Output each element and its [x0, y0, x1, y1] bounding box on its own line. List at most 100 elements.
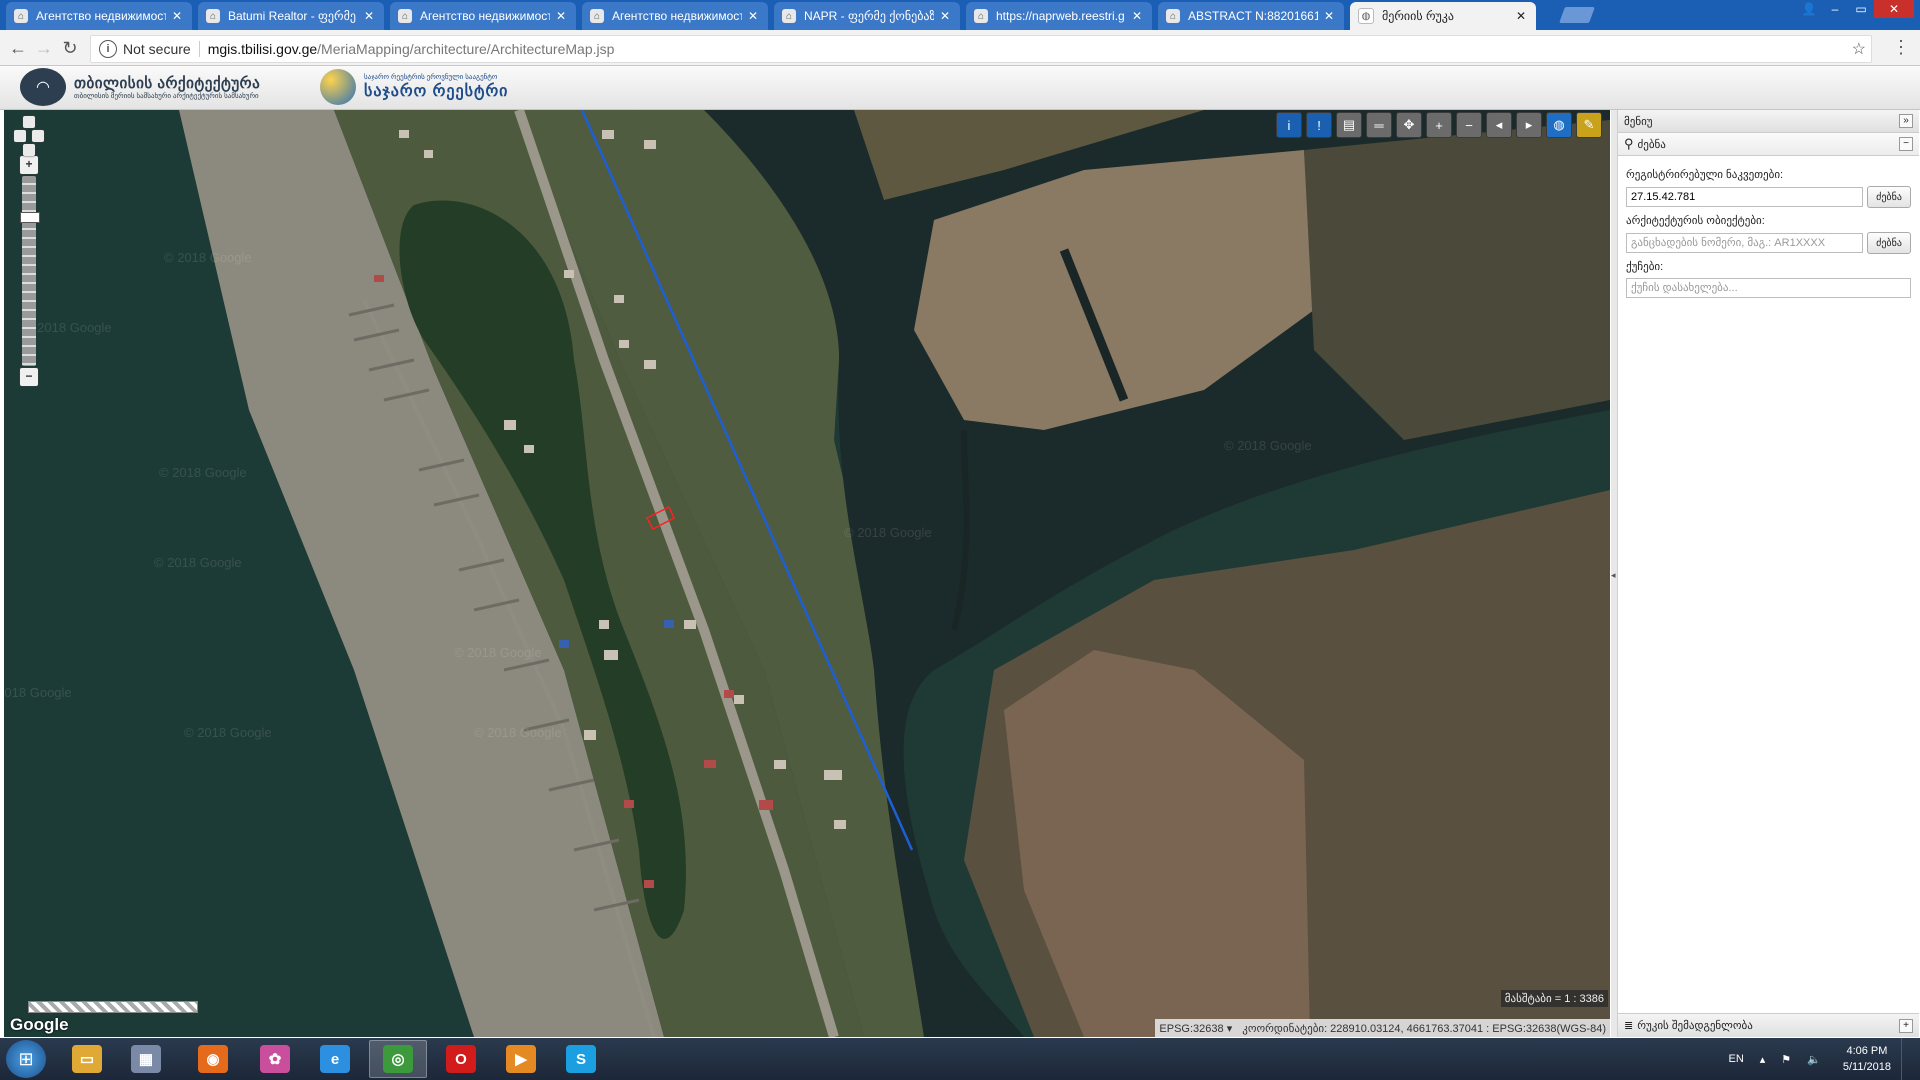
close-tab-icon[interactable]: ✕ [1130, 9, 1144, 23]
calculator-taskbar-button[interactable]: ▦ [117, 1040, 175, 1078]
browser-tab[interactable]: ⌂ Агентство недвижимост ✕ [6, 2, 192, 30]
map-watermark: © 2018 Google [159, 465, 247, 480]
full-extent-tool[interactable]: ◍ [1546, 112, 1572, 138]
logo1-title: თბილისის არქიტექტურა [74, 75, 261, 92]
new-tab-button[interactable] [1559, 7, 1595, 23]
pan-tool[interactable]: ✥ [1396, 112, 1422, 138]
zoom-out-button[interactable]: − [20, 368, 38, 386]
logo1-subtitle: თბილისის მერიის სამსახური არქიტექტურის ს… [74, 93, 259, 100]
pan-up-icon[interactable] [23, 116, 35, 128]
address-bar[interactable]: i Not secure mgis.tbilisi.gov.ge/MeriaMa… [90, 35, 1872, 63]
expand-legend-button[interactable]: + [1899, 1018, 1913, 1033]
windows-taskbar: ⊞ ▭ ▦ ◉ ✿ e ◎ O ▶ S EN ▴ ⚑ 🔈 4:06 PM 5/11/2018 [0, 1038, 1920, 1080]
close-tab-icon[interactable]: ✕ [938, 9, 952, 23]
architecture-logo[interactable]: ◠ თბილისის არქიტექტურა თბილისის მერიის ს… [20, 68, 260, 106]
clock[interactable]: 4:06 PM 5/11/2018 [1843, 1043, 1891, 1075]
map-toolbar: i! ▤ ═ ✥ + − ◂ ▸ ◍ ✎ [1272, 112, 1602, 138]
legend-section-header[interactable]: ≣ რუკის შემადგენლობა + [1618, 1013, 1919, 1037]
close-tab-icon[interactable]: ✕ [1514, 9, 1528, 23]
media-player-icon: ▶ [506, 1045, 536, 1073]
zoom-out-tool[interactable]: − [1456, 112, 1482, 138]
flag-icon[interactable]: ⚑ [1781, 1053, 1791, 1066]
site-info-icon[interactable]: i [99, 40, 117, 58]
system-tray: EN ▴ ⚑ 🔈 4:06 PM 5/11/2018 [1720, 1038, 1912, 1080]
security-label[interactable]: Not secure [123, 41, 191, 57]
browser-tab[interactable]: ⌂ https://naprweb.reestri.g ✕ [966, 2, 1152, 30]
browser-tab[interactable]: ⌂ Агентство недвижимост ✕ [582, 2, 768, 30]
address-separator [198, 41, 200, 57]
user-icon[interactable]: 👤 [1796, 0, 1822, 18]
back-icon[interactable]: ← [6, 36, 30, 60]
zoom-in-button[interactable]: + [20, 156, 38, 174]
volume-icon[interactable]: 🔈 [1807, 1053, 1821, 1066]
chrome-taskbar-button[interactable]: ◎ [369, 1040, 427, 1078]
opera-taskbar-button[interactable]: O [432, 1040, 490, 1078]
firefox-taskbar-button[interactable]: ◉ [184, 1040, 242, 1078]
field-label: არქიტექტურის ობიექტები: [1626, 215, 1765, 227]
ie-taskbar-button[interactable]: e [306, 1040, 364, 1078]
parcel-search-input[interactable] [1626, 187, 1863, 207]
pan-left-icon[interactable] [14, 130, 26, 142]
browser-menu-icon[interactable]: ⋮ [1892, 37, 1910, 58]
show-desktop-button[interactable] [1901, 1038, 1912, 1080]
tab-title: Агентство недвижимост [420, 9, 550, 23]
close-tab-icon[interactable]: ✕ [362, 9, 376, 23]
tab-title: Batumi Realtor - ფერმე [228, 9, 356, 23]
identify-tool[interactable]: ! [1306, 112, 1332, 138]
search-button[interactable]: ძებნა [1867, 232, 1911, 254]
collapse-panel-button[interactable]: » [1899, 114, 1913, 128]
favicon-icon: ⌂ [14, 9, 28, 23]
explorer-taskbar-button[interactable]: ▭ [58, 1040, 116, 1078]
zoom-prev-tool[interactable]: ◂ [1486, 112, 1512, 138]
field-row [1626, 278, 1911, 298]
tray-expand-icon[interactable]: ▴ [1760, 1053, 1766, 1066]
table-tool[interactable]: ▤ [1336, 112, 1362, 138]
zoom-slider[interactable] [20, 176, 40, 366]
public-registry-logo[interactable]: საჯარო რეესტრის ეროვნული სააგენტო საჯარო… [320, 68, 508, 106]
bookmark-star-icon[interactable]: ☆ [1852, 39, 1866, 59]
google-attribution[interactable]: Google [10, 1015, 69, 1035]
zoom-in-tool[interactable]: + [1426, 112, 1452, 138]
browser-tab[interactable]: ⌂ NAPR - ფერმე ქონებაზე ✕ [774, 2, 960, 30]
close-tab-icon[interactable]: ✕ [1322, 9, 1336, 23]
collapse-search-button[interactable]: − [1899, 137, 1913, 151]
close-tab-icon[interactable]: ✕ [746, 9, 760, 23]
browser-tab[interactable]: ⌂ Batumi Realtor - ფერმე ✕ [198, 2, 384, 30]
start-button[interactable]: ⊞ [6, 1040, 46, 1078]
chrome-icon: ◎ [383, 1045, 413, 1073]
browser-tab[interactable]: ⌂ Агентство недвижимост ✕ [390, 2, 576, 30]
measure-tool[interactable]: ═ [1366, 112, 1392, 138]
skype-taskbar-button[interactable]: S [552, 1040, 610, 1078]
zoom-next-tool[interactable]: ▸ [1516, 112, 1542, 138]
maximize-button[interactable]: ▭ [1848, 0, 1874, 18]
street-search-input[interactable] [1626, 278, 1911, 298]
reload-icon[interactable]: ↻ [58, 36, 82, 60]
map-canvas[interactable]: © 2018 Google © 2018 Google © 2018 Googl… [4, 110, 1610, 1037]
crs-value: EPSG:32638 [1159, 1022, 1224, 1035]
language-indicator[interactable]: EN [1728, 1053, 1743, 1065]
pan-down-icon[interactable] [23, 144, 35, 156]
minimize-button[interactable]: – [1822, 0, 1848, 18]
architecture-search-input[interactable] [1626, 233, 1863, 253]
zoom-slider-thumb[interactable] [20, 212, 40, 223]
collapse-arrow-icon[interactable]: ◂ [1611, 570, 1616, 581]
close-tab-icon[interactable]: ✕ [170, 9, 184, 23]
panel-header: მენიუ » [1618, 110, 1919, 133]
close-window-button[interactable]: ✕ [1874, 0, 1914, 18]
browser-tab[interactable]: ⌂ ABSTRACT N:882016611 ✕ [1158, 2, 1344, 30]
clock-date: 5/11/2018 [1842, 1061, 1891, 1073]
info-tool[interactable]: i [1276, 112, 1302, 138]
pan-control[interactable] [14, 116, 44, 156]
search-section-header[interactable]: ⚲ ძებნა − [1618, 133, 1919, 156]
browser-tab[interactable]: ◍ მერიის რუკა ✕ [1350, 2, 1536, 30]
legend-title: რუკის შემადგენლობა [1637, 1020, 1753, 1032]
site-header: ◠ თბილისის არქიტექტურა თბილისის მერიის ს… [0, 66, 1920, 110]
edit-tool[interactable]: ✎ [1576, 112, 1602, 138]
crs-selector[interactable]: EPSG:32638 ▾ [1159, 1022, 1232, 1035]
search-button[interactable]: ძებნა [1867, 186, 1911, 208]
close-tab-icon[interactable]: ✕ [554, 9, 568, 23]
forward-icon[interactable]: → [32, 36, 56, 60]
paint-taskbar-button[interactable]: ✿ [246, 1040, 304, 1078]
media-player-taskbar-button[interactable]: ▶ [492, 1040, 550, 1078]
pan-right-icon[interactable] [32, 130, 44, 142]
